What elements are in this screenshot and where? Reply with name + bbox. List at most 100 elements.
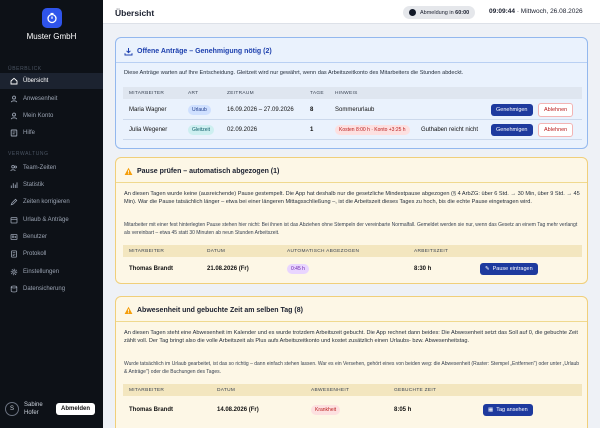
divider bbox=[116, 321, 587, 322]
open-requests-card: Offene Anträge – Genehmigung nötig (2) D… bbox=[115, 37, 588, 149]
employee-name: Thomas Brandt bbox=[129, 266, 174, 272]
days: 8 bbox=[310, 106, 314, 113]
chart-icon bbox=[10, 181, 18, 189]
sidebar-item-account[interactable]: Mein Konto bbox=[0, 108, 103, 124]
approve-button[interactable]: Genehmigen bbox=[491, 123, 533, 136]
sidebar-item-team-times[interactable]: Team-Zeiten bbox=[0, 160, 103, 176]
col-header: AUTOMATISCH ABGEZOGEN bbox=[287, 248, 360, 254]
card-title-text: Abwesenheit und gebuchte Zeit am selben … bbox=[137, 306, 303, 314]
days: 1 bbox=[310, 126, 314, 133]
table-row: Thomas Brandt 14.08.2026 (Fr) Krankheit … bbox=[123, 400, 582, 420]
vacation-icon bbox=[10, 216, 18, 224]
sidebar-item-label: Urlaub & Anträge bbox=[23, 217, 69, 223]
sidebar-item-label: Mein Konto bbox=[23, 113, 54, 119]
logout-timer: Abmeldung in 60:00 bbox=[403, 6, 476, 19]
sidebar-item-help[interactable]: Hilfe bbox=[0, 125, 103, 141]
reject-button[interactable]: Ablehnen bbox=[538, 102, 574, 117]
type-badge: Urlaub bbox=[188, 104, 211, 115]
col-header: GEBUCHTE ZEIT bbox=[394, 387, 437, 393]
approve-button[interactable]: Genehmigen bbox=[491, 103, 533, 116]
period: 16.09.2026 – 27.09.2026 bbox=[227, 106, 294, 113]
download-icon bbox=[123, 46, 133, 56]
nav-section-overview: ÜBERBLICK bbox=[8, 66, 42, 72]
avatar: S bbox=[5, 402, 19, 416]
sidebar-item-settings[interactable]: Einstellungen bbox=[0, 264, 103, 280]
sidebar-item-vacation-requests[interactable]: Urlaub & Anträge bbox=[0, 212, 103, 228]
sidebar-item-label: Hilfe bbox=[23, 130, 36, 136]
view-day-button[interactable]: ▦ Tag ansehen bbox=[483, 404, 533, 416]
nav-section-admin: VERWALTUNG bbox=[8, 151, 49, 157]
employee-name: Maria Wagner bbox=[129, 106, 167, 113]
table-row: Julia Wegener Gleitzeit 02.09.2026 1 Kos… bbox=[123, 120, 582, 140]
period: 02.09.2026 bbox=[227, 126, 258, 133]
sidebar-item-attendance[interactable]: Anwesenheit bbox=[0, 91, 103, 107]
sidebar-item-label: Datensicherung bbox=[23, 286, 66, 292]
divider bbox=[116, 182, 587, 183]
card-note: Wurde tatsächlich im Urlaub gearbeitet, … bbox=[124, 361, 580, 375]
col-header: ZEITRAUM bbox=[227, 90, 254, 96]
clock-time: 09:09:44 bbox=[489, 8, 516, 15]
card-title-text: Offene Anträge – Genehmigung nötig (2) bbox=[137, 47, 272, 55]
employee-name: Thomas Brandt bbox=[129, 407, 174, 413]
pause-check-card: Pause prüfen – automatisch abgezogen (1)… bbox=[115, 157, 588, 284]
clock: 09:09:44 · Mittwoch, 26.08.2026 bbox=[489, 8, 583, 15]
timer-label: Abmeldung in bbox=[420, 9, 454, 16]
card-title: Pause prüfen – automatisch abgezogen (1) bbox=[123, 166, 279, 176]
col-header: TAGE bbox=[310, 90, 324, 96]
sidebar-item-label: Team-Zeiten bbox=[23, 165, 57, 171]
gear-icon bbox=[10, 268, 18, 276]
person-icon bbox=[10, 95, 18, 103]
add-pause-button[interactable]: ✎ Pause eintragen bbox=[480, 263, 538, 275]
col-header: MITARBEITER bbox=[129, 387, 165, 393]
button-label: Tag ansehen bbox=[496, 407, 528, 413]
warning-icon bbox=[123, 166, 133, 176]
deducted-badge: 0:45 h bbox=[287, 264, 309, 274]
page-title: Übersicht bbox=[115, 8, 155, 18]
account-icon bbox=[10, 112, 18, 120]
top-bar: Übersicht Abmeldung in 60:00 09:09:44 · … bbox=[103, 0, 600, 24]
sidebar-item-correct-times[interactable]: Zeiten korrigieren bbox=[0, 194, 103, 210]
absence-badge: Krankheit bbox=[311, 405, 341, 415]
backup-icon bbox=[10, 285, 18, 293]
col-header: DATUM bbox=[217, 387, 236, 393]
sidebar-item-label: Einstellungen bbox=[23, 269, 60, 275]
timer-value: 60:00 bbox=[455, 9, 470, 16]
divider bbox=[116, 62, 587, 63]
sidebar-item-label: Benutzer bbox=[23, 234, 48, 240]
table-header: MITARBEITER DATUM AUTOMATISCH ABGEZOGEN … bbox=[123, 245, 582, 257]
sidebar-item-backup[interactable]: Datensicherung bbox=[0, 281, 103, 297]
booked-time: 8:05 h bbox=[394, 407, 412, 413]
col-header: MITARBEITER bbox=[129, 90, 165, 96]
sidebar-item-overview[interactable]: Übersicht bbox=[0, 73, 103, 89]
card-description: An diesen Tagen wurde keine (ausreichend… bbox=[124, 191, 580, 206]
user-panel: S Sabine Hofer Abmelden bbox=[5, 397, 98, 421]
col-header: DATUM bbox=[207, 248, 226, 254]
cost-badge: Kosten 8:00 h · Konto +3:25 h bbox=[335, 124, 410, 135]
sidebar-item-label: Übersicht bbox=[23, 78, 49, 84]
sidebar-item-log[interactable]: Protokoll bbox=[0, 246, 103, 262]
col-header: HINWEIS bbox=[335, 90, 358, 96]
employee-name: Julia Wegener bbox=[129, 126, 168, 133]
type-badge: Gleitzeit bbox=[188, 124, 215, 135]
sidebar-item-statistics[interactable]: Statistik bbox=[0, 177, 103, 193]
team-icon bbox=[10, 164, 18, 172]
reject-button[interactable]: Ablehnen bbox=[538, 122, 574, 137]
col-header: MITARBEITER bbox=[129, 248, 165, 254]
card-description: An diesen Tagen steht eine Abwesenheit i… bbox=[124, 330, 578, 345]
sidebar-item-label: Anwesenheit bbox=[23, 96, 58, 102]
card-description: Diese Anträge warten auf Ihre Entscheidu… bbox=[124, 70, 464, 76]
card-title: Offene Anträge – Genehmigung nötig (2) bbox=[123, 46, 272, 56]
work-time: 8:30 h bbox=[414, 266, 432, 272]
col-header: ABWESENHEIT bbox=[311, 387, 350, 393]
table-header: MITARBEITER ART ZEITRAUM TAGE HINWEIS bbox=[123, 87, 582, 99]
button-label: Pause eintragen bbox=[492, 266, 533, 272]
sidebar-item-users[interactable]: Benutzer bbox=[0, 229, 103, 245]
card-title-text: Pause prüfen – automatisch abgezogen (1) bbox=[137, 167, 280, 175]
table-header: MITARBEITER DATUM ABWESENHEIT GEBUCHTE Z… bbox=[123, 384, 582, 396]
logout-button[interactable]: Abmelden bbox=[56, 403, 96, 415]
absence-conflict-card: Abwesenheit und gebuchte Zeit am selben … bbox=[115, 296, 588, 428]
timer-icon bbox=[409, 9, 416, 16]
table-row: Thomas Brandt 21.08.2026 (Fr) 0:45 h 8:3… bbox=[123, 259, 582, 279]
home-icon bbox=[10, 77, 18, 85]
users-icon bbox=[10, 233, 18, 241]
